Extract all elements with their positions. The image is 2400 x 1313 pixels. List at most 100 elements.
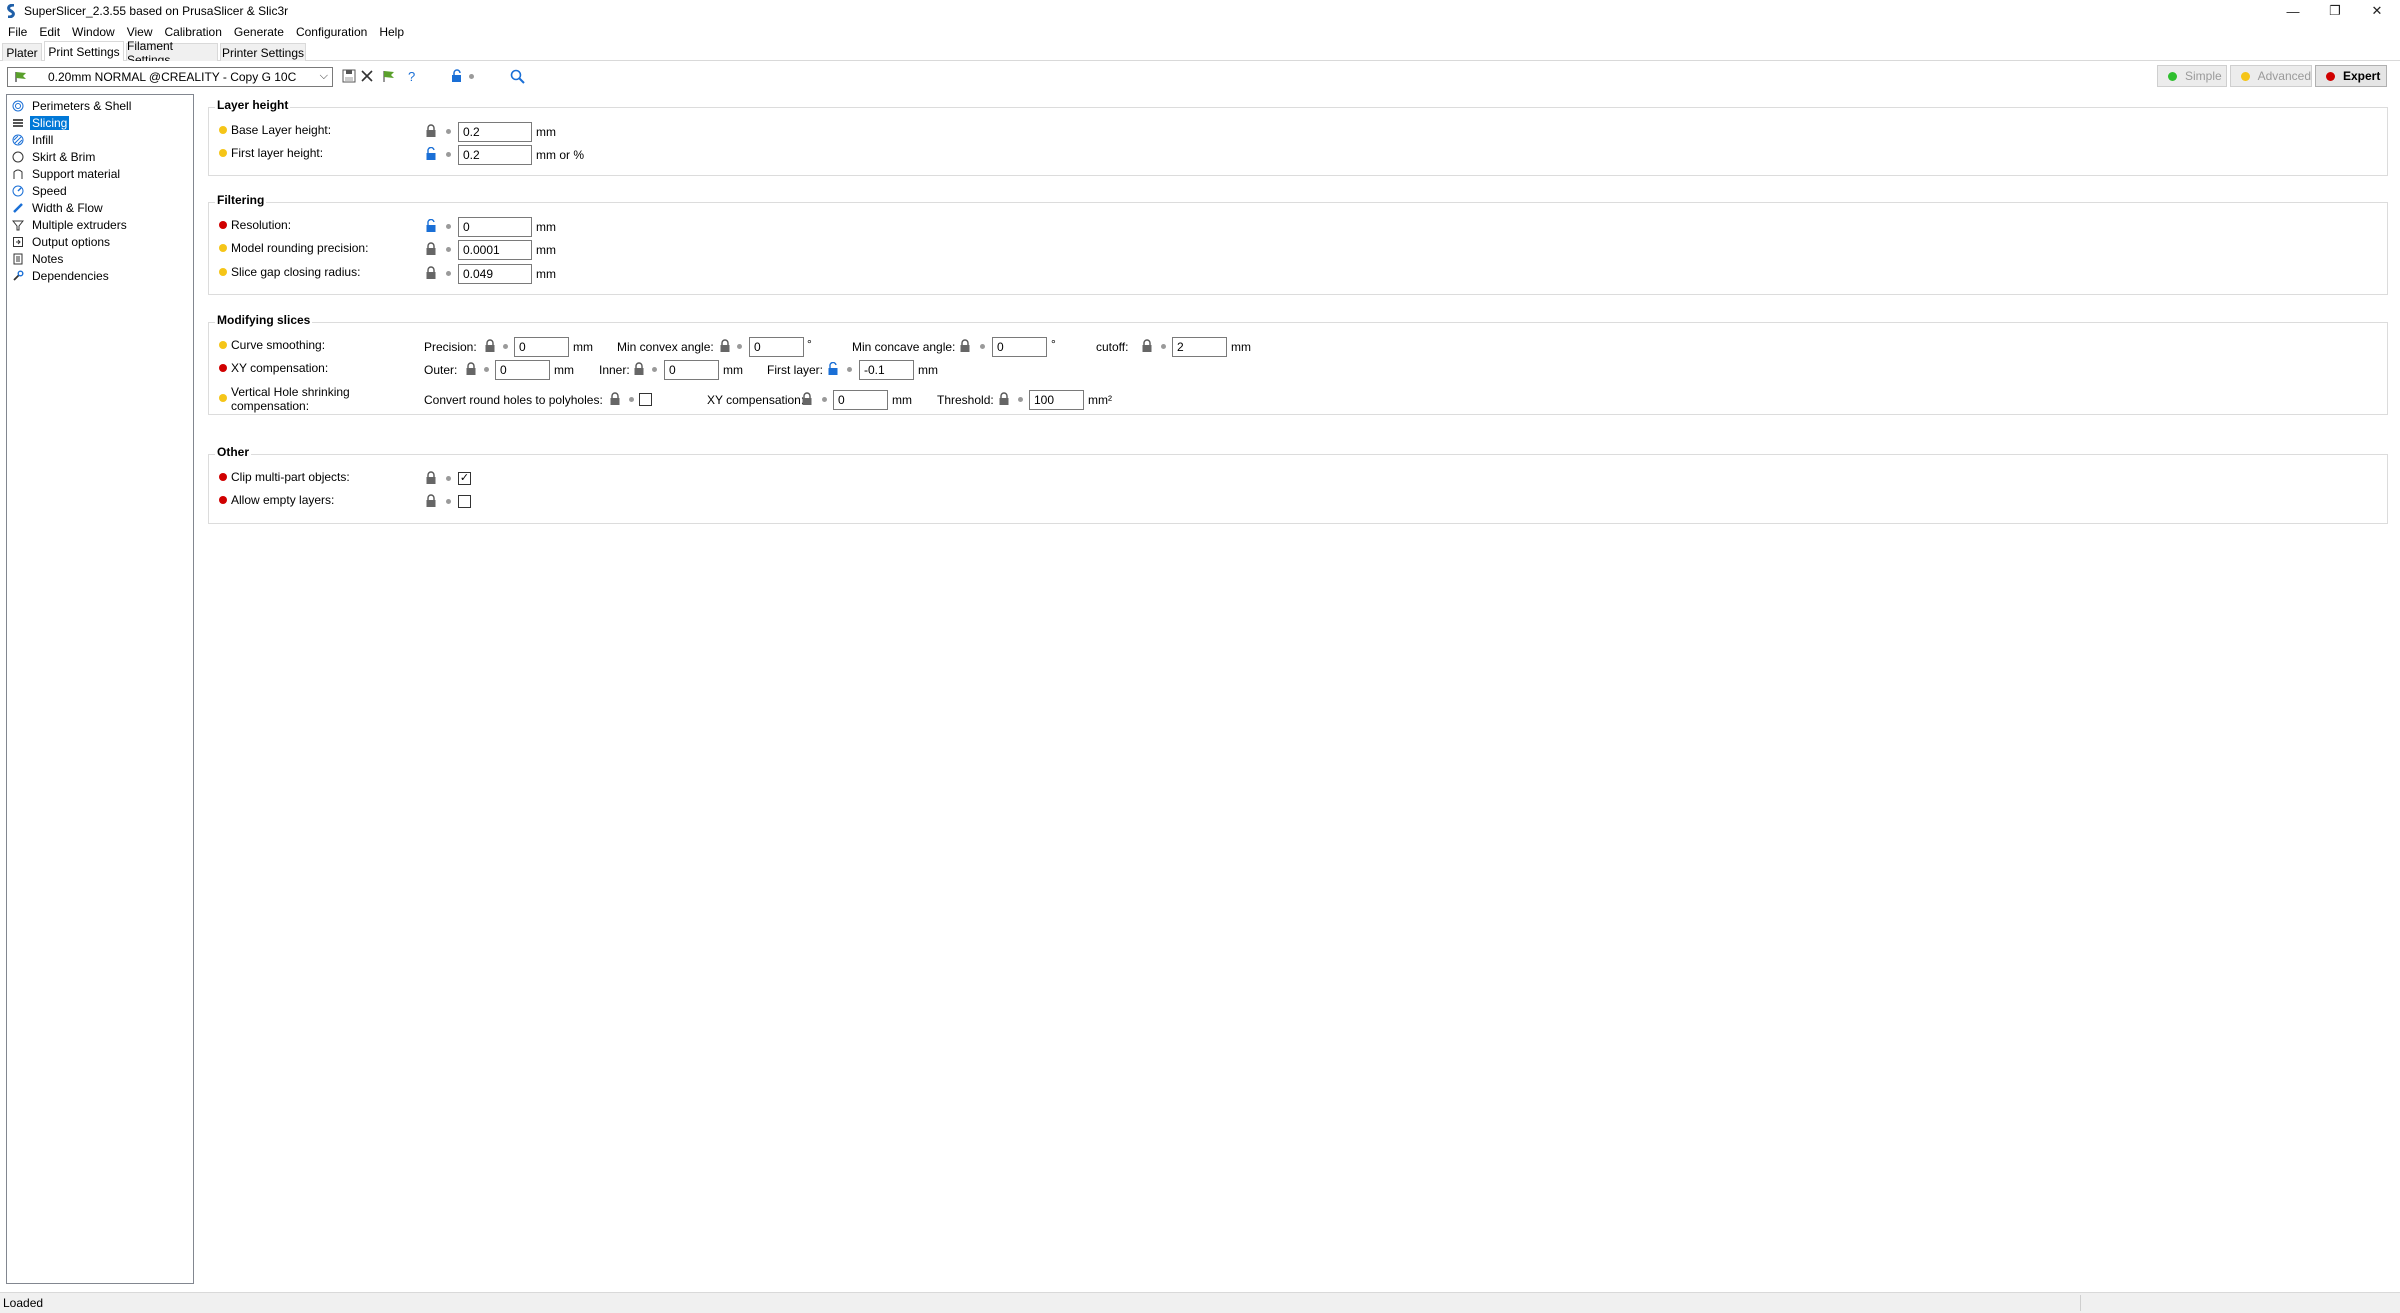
curve-precision-input[interactable]: 0 [514,337,569,357]
lock-icon[interactable] [425,266,437,280]
tab-print-settings[interactable]: Print Settings [44,41,124,62]
search-button[interactable] [508,67,526,85]
cutoff-input[interactable]: 2 [1172,337,1227,357]
tree-item-support[interactable]: Support material [11,166,122,182]
mode-simple-button[interactable]: Simple [2157,65,2227,87]
bullet-icon[interactable] [446,247,451,252]
lock-open-icon[interactable] [425,147,437,161]
minimize-button[interactable]: — [2270,0,2316,22]
bullet-icon[interactable] [1161,344,1166,349]
lock-icon[interactable] [425,494,437,508]
lock-icon[interactable] [425,242,437,256]
lock-icon[interactable] [425,471,437,485]
bullet-icon[interactable] [446,129,451,134]
clip-multipart-objects-checkbox[interactable]: ✓ [458,472,471,485]
menu-configuration[interactable]: Configuration [290,25,373,39]
menu-generate[interactable]: Generate [228,25,290,39]
first-layer-height-label: First layer height: [219,146,323,160]
close-button[interactable]: ✕ [2354,0,2400,22]
bullet-icon[interactable] [446,499,451,504]
menu-help[interactable]: Help [373,25,410,39]
bullet-icon[interactable] [1018,397,1023,402]
menu-file[interactable]: File [2,25,33,39]
tree-item-skirt-brim[interactable]: Skirt & Brim [11,149,97,165]
bullet-icon[interactable] [847,367,852,372]
tree-item-dependencies[interactable]: Dependencies [11,268,111,284]
lock-icon[interactable] [1141,339,1153,353]
tree-item-infill[interactable]: Infill [11,132,55,148]
bullet-icon[interactable] [446,271,451,276]
menu-window[interactable]: Window [66,25,121,39]
lock-legend-button[interactable] [448,67,466,85]
tree-item-notes[interactable]: Notes [11,251,65,267]
slice-gap-closing-radius-input[interactable]: 0.049 [458,264,532,284]
hole-xy-compensation-input[interactable]: 0 [833,390,888,410]
tree-item-slicing[interactable]: Slicing [11,115,70,131]
bullet-legend-icon [469,74,474,79]
bullet-icon[interactable] [503,344,508,349]
xy-first-layer-input[interactable]: -0.1 [859,360,914,380]
min-convex-angle-input[interactable]: 0 [749,337,804,357]
lock-icon[interactable] [465,362,477,376]
model-rounding-precision-input[interactable]: 0.0001 [458,240,532,260]
help-button[interactable]: ? [403,67,421,85]
delete-preset-button[interactable] [358,67,376,85]
base-layer-height-input[interactable]: 0.2 [458,122,532,142]
menu-calibration[interactable]: Calibration [159,25,228,39]
lock-icon[interactable] [609,392,621,406]
convert-round-holes-checkbox[interactable] [639,393,652,406]
mode-expert-button[interactable]: Expert [2315,65,2387,87]
tree-item-label: Speed [32,184,67,198]
min-concave-angle-input[interactable]: 0 [992,337,1047,357]
tab-filament-settings[interactable]: Filament Settings [126,39,218,67]
bullet-icon[interactable] [484,367,489,372]
mode-advanced-button[interactable]: Advanced [2230,65,2312,87]
bullet-icon[interactable] [652,367,657,372]
tree-item-perimeters[interactable]: Perimeters & Shell [11,98,133,114]
bullet-icon[interactable] [446,152,451,157]
allow-empty-layers-checkbox[interactable] [458,495,471,508]
bullet-icon[interactable] [446,476,451,481]
tree-item-label: Support material [32,167,121,181]
restore-button[interactable]: ❐ [2312,0,2358,22]
tree-item-multiple-extruders[interactable]: Multiple extruders [11,217,129,233]
bullet-icon[interactable] [980,344,985,349]
lock-icon[interactable] [959,339,971,353]
lock-icon[interactable] [998,392,1010,406]
lock-icon[interactable] [633,362,645,376]
lock-open-icon[interactable] [425,219,437,233]
menu-view[interactable]: View [121,25,159,39]
bullet-icon[interactable] [446,224,451,229]
tree-item-speed[interactable]: Speed [11,183,69,199]
tree-item-width-flow[interactable]: Width & Flow [11,200,105,216]
mode-dot [219,341,227,349]
window-title: SuperSlicer_2.3.55 based on PrusaSlicer … [24,4,289,18]
lock-icon[interactable] [425,124,437,138]
tree-item-output-options[interactable]: Output options [11,234,112,250]
lock-icon[interactable] [719,339,731,353]
tab-printer-settings[interactable]: Printer Settings [220,43,306,61]
bullet-icon[interactable] [822,397,827,402]
xy-inner-input[interactable]: 0 [664,360,719,380]
bullet-icon[interactable] [629,397,634,402]
first-layer-height-input[interactable]: 0.2 [458,145,532,165]
tab-plater[interactable]: Plater [2,43,42,61]
lock-icon[interactable] [801,392,813,406]
lock-open-icon[interactable] [827,362,839,376]
save-preset-button[interactable] [340,67,358,85]
tree-item-label: Output options [32,235,111,249]
menu-edit[interactable]: Edit [33,25,66,39]
lock-icon[interactable] [484,339,496,353]
resolution-input[interactable]: 0 [458,217,532,237]
unit-label: mm [536,243,556,257]
status-bar: Loaded [0,1292,2400,1313]
preset-select[interactable]: 0.20mm NORMAL @CREALITY - Copy G 10C ⌵ [7,67,333,87]
question-icon: ? [408,69,415,83]
mode-advanced-label: Advanced [2257,69,2311,83]
threshold-input[interactable]: 100 [1029,390,1084,410]
bullet-icon[interactable] [737,344,742,349]
compare-presets-button[interactable] [380,67,398,85]
xy-outer-input[interactable]: 0 [495,360,550,380]
vertical-hole-shrinking-label: Vertical Hole shrinking compensation: [219,385,350,413]
clip-multipart-objects-label: Clip multi-part objects: [219,470,350,484]
